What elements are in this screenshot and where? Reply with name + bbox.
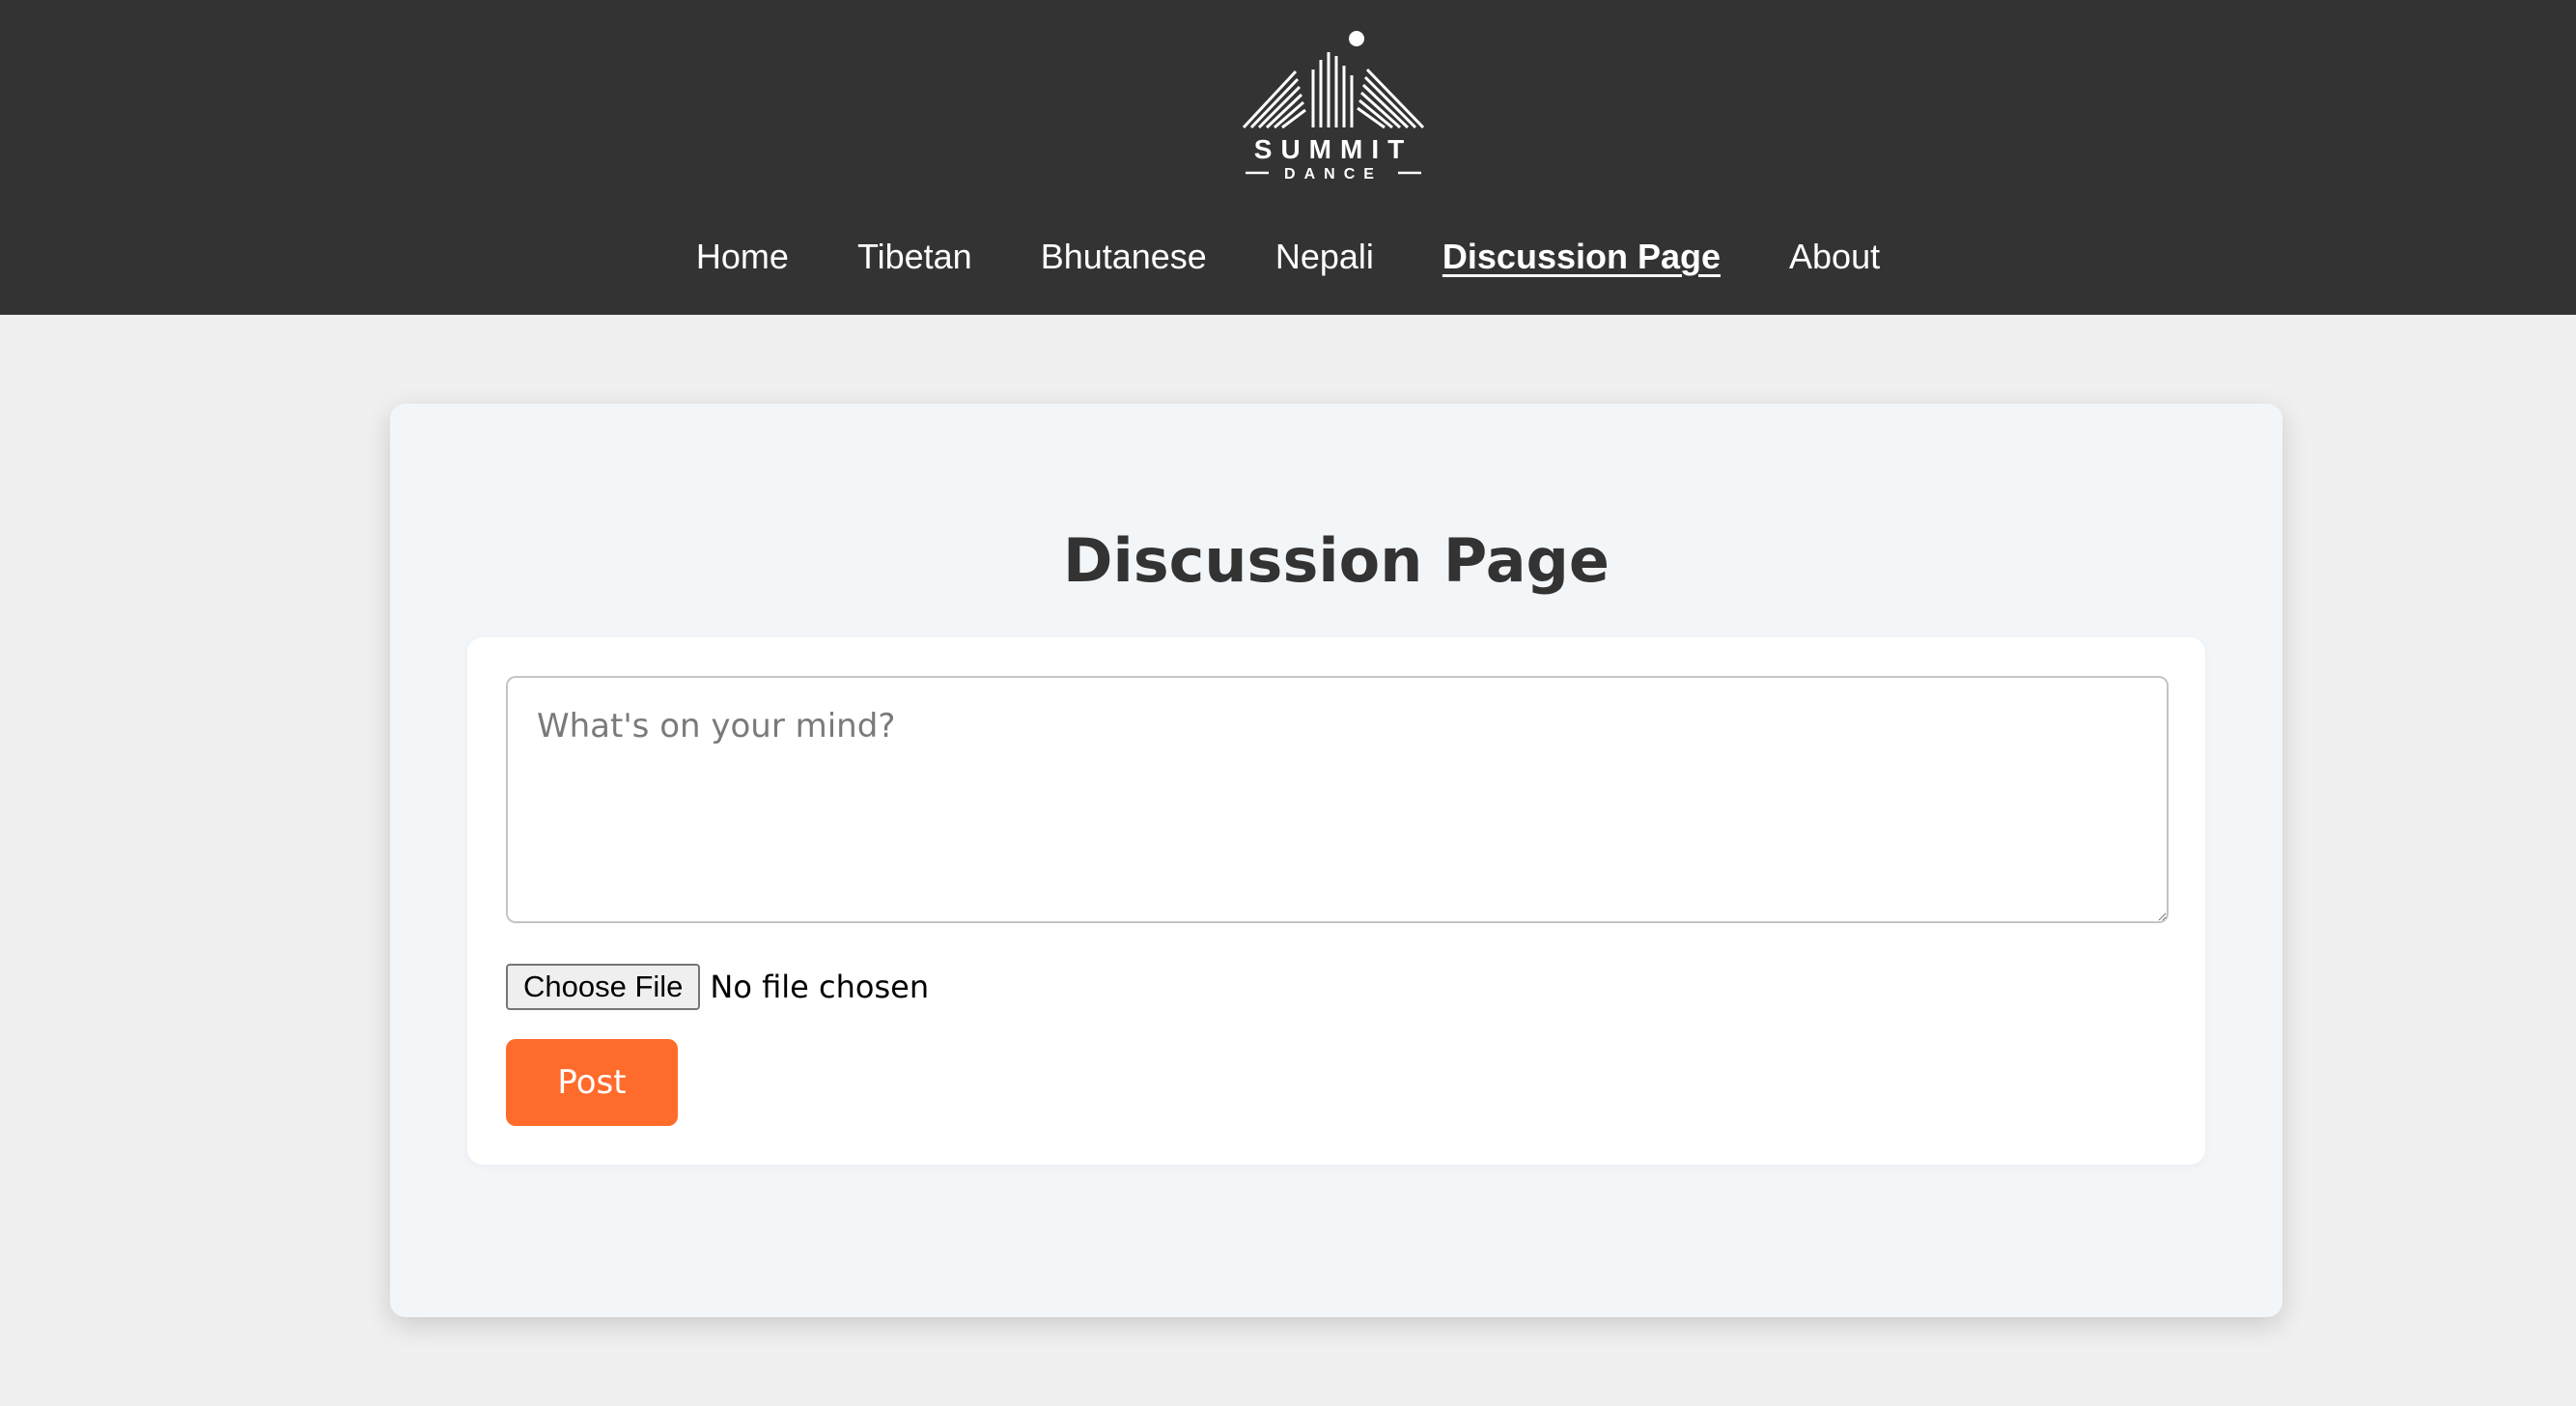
page-title: Discussion Page	[1063, 525, 1610, 596]
main-nav: Home Tibetan Bhutanese Nepali Discussion…	[0, 228, 2576, 286]
discussion-card: Discussion Page Choose File No file chos…	[390, 404, 2282, 1317]
nav-home[interactable]: Home	[696, 228, 789, 286]
nav-about[interactable]: About	[1789, 228, 1880, 286]
file-status-text: No file chosen	[710, 969, 930, 1005]
post-textarea[interactable]	[506, 676, 2169, 923]
logo-tagline: DANCE	[1284, 166, 1383, 183]
nav-nepali[interactable]: Nepali	[1275, 228, 1374, 286]
site-header: SUMMIT DANCE Home Tibetan Bhutanese Nepa…	[0, 0, 2576, 315]
nav-bhutanese[interactable]: Bhutanese	[1041, 228, 1207, 286]
logo-wordmark: SUMMIT	[1254, 134, 1413, 164]
mountain-logo-icon: SUMMIT DANCE	[1242, 31, 1425, 183]
nav-tibetan[interactable]: Tibetan	[857, 228, 972, 286]
post-button[interactable]: Post	[506, 1039, 678, 1126]
choose-file-button[interactable]: Choose File	[506, 964, 701, 1010]
summit-dance-logo[interactable]: SUMMIT DANCE	[1242, 27, 1425, 183]
post-form: Choose File No file chosen Post	[467, 637, 2205, 1165]
nav-discussion-page[interactable]: Discussion Page	[1442, 228, 1721, 286]
file-upload: Choose File No file chosen	[506, 964, 929, 1010]
